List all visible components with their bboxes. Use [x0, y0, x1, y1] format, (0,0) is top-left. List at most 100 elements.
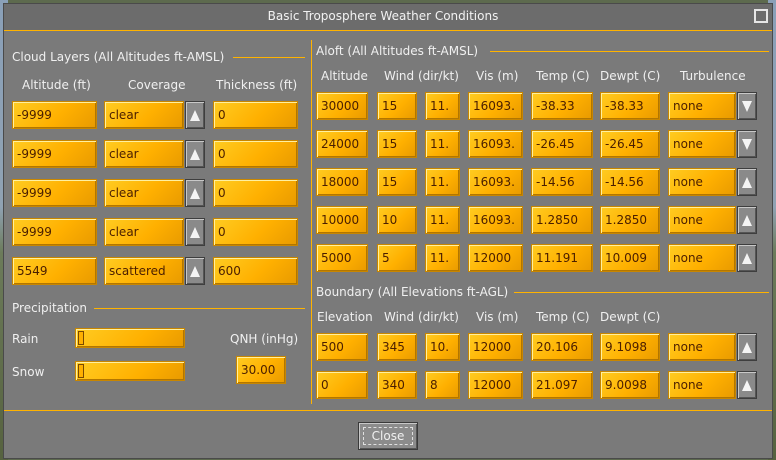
aloft-temp-field[interactable]: -26.45 — [531, 130, 593, 158]
cloud-thickness-field[interactable]: 0 — [213, 140, 298, 168]
aloft-turbulence-button[interactable] — [737, 244, 757, 272]
boundary-wind-dir-field[interactable]: 345 — [377, 333, 417, 361]
aloft-wind-dir-field[interactable]: 15 — [377, 168, 417, 196]
aloft-altitude-field[interactable]: 5000 — [316, 244, 368, 272]
boundary-turbulence-field[interactable]: none — [668, 371, 736, 399]
aloft-wind-dir-field[interactable]: 15 — [377, 92, 417, 120]
aloft-turbulence-field[interactable]: none — [668, 130, 736, 158]
cloud-coverage-field[interactable]: clear — [104, 179, 184, 207]
cloud-altitude-field[interactable]: -9999 — [12, 179, 97, 207]
snow-slider[interactable] — [75, 361, 185, 381]
boundary-header-elevation: Elevation — [317, 310, 373, 324]
arrow-up-icon — [742, 253, 752, 264]
boundary-dewpt-field[interactable]: 9.0098 — [600, 371, 660, 399]
aloft-wind-dir-field[interactable]: 15 — [377, 130, 417, 158]
cloud-coverage-field[interactable]: clear — [104, 101, 184, 129]
focus-ring — [363, 427, 413, 445]
aloft-temp-field[interactable]: 11.191 — [531, 244, 593, 272]
boundary-wind-kt-field[interactable]: 8 — [425, 371, 460, 399]
cloud-coverage-button[interactable] — [185, 179, 205, 207]
boundary-temp-field[interactable]: 20.106 — [531, 333, 593, 361]
qnh-label: QNH (inHg) — [230, 332, 299, 346]
qnh-field[interactable]: 30.00 — [236, 356, 286, 384]
boundary-elevation-field[interactable]: 0 — [316, 371, 368, 399]
aloft-header-temp: Temp (C) — [536, 69, 590, 83]
boundary-wind-kt-field[interactable]: 10. — [425, 333, 460, 361]
cloud-thickness-field[interactable]: 600 — [213, 257, 298, 285]
aloft-wind-dir-field[interactable]: 10 — [377, 206, 417, 234]
aloft-temp-field[interactable]: -38.33 — [531, 92, 593, 120]
cloud-coverage-button[interactable] — [185, 218, 205, 246]
aloft-vis-field[interactable]: 16093. — [468, 92, 523, 120]
cloud-coverage-field[interactable]: clear — [104, 218, 184, 246]
cloud-coverage-field[interactable]: scattered — [104, 257, 184, 285]
rain-label: Rain — [12, 332, 39, 346]
aloft-turbulence-button[interactable] — [737, 92, 757, 120]
arrow-up-icon — [190, 110, 200, 121]
aloft-dewpt-field[interactable]: -38.33 — [600, 92, 660, 120]
boundary-vis-field[interactable]: 12000 — [468, 333, 523, 361]
aloft-vis-field[interactable]: 16093. — [468, 206, 523, 234]
cloud-altitude-field[interactable]: -9999 — [12, 218, 97, 246]
arrow-up-icon — [190, 227, 200, 238]
cloud-altitude-field[interactable]: -9999 — [12, 101, 97, 129]
aloft-wind-kt-field[interactable]: 11. — [425, 92, 460, 120]
aloft-turbulence-field[interactable]: none — [668, 168, 736, 196]
close-button[interactable]: Close — [358, 422, 418, 450]
cloud-altitude-field[interactable]: 5549 — [12, 257, 97, 285]
aloft-dewpt-field[interactable]: -26.45 — [600, 130, 660, 158]
boundary-turbulence-button[interactable] — [737, 371, 757, 399]
window-title: Basic Troposphere Weather Conditions — [267, 9, 499, 23]
aloft-wind-kt-field[interactable]: 11. — [425, 206, 460, 234]
aloft-vis-field[interactable]: 16093. — [468, 130, 523, 158]
cloud-altitude-field[interactable]: -9999 — [12, 140, 97, 168]
aloft-wind-dir-field[interactable]: 5 — [377, 244, 417, 272]
cloud-thickness-field[interactable]: 0 — [213, 218, 298, 246]
cloud-header-coverage: Coverage — [128, 78, 186, 92]
aloft-dewpt-field[interactable]: 10.009 — [600, 244, 660, 272]
rain-slider[interactable] — [75, 328, 185, 348]
rain-slider-handle[interactable] — [78, 331, 84, 345]
aloft-altitude-field[interactable]: 18000 — [316, 168, 368, 196]
cloud-thickness-field[interactable]: 0 — [213, 101, 298, 129]
aloft-altitude-field[interactable]: 24000 — [316, 130, 368, 158]
cloud-coverage-field[interactable]: clear — [104, 140, 184, 168]
boundary-wind-dir-field[interactable]: 340 — [377, 371, 417, 399]
aloft-wind-kt-field[interactable]: 11. — [425, 130, 460, 158]
aloft-temp-field[interactable]: -14.56 — [531, 168, 593, 196]
arrow-down-icon — [742, 139, 752, 150]
cloud-coverage-button[interactable] — [185, 101, 205, 129]
aloft-altitude-field[interactable]: 10000 — [316, 206, 368, 234]
snow-label: Snow — [12, 365, 45, 379]
aloft-turbulence-button[interactable] — [737, 168, 757, 196]
cloud-coverage-button[interactable] — [185, 140, 205, 168]
boundary-dewpt-field[interactable]: 9.1098 — [600, 333, 660, 361]
aloft-turbulence-field[interactable]: none — [668, 244, 736, 272]
boundary-temp-field[interactable]: 21.097 — [531, 371, 593, 399]
aloft-section-rule — [490, 51, 769, 52]
aloft-turbulence-button[interactable] — [737, 130, 757, 158]
aloft-turbulence-field[interactable]: none — [668, 92, 736, 120]
title-bar[interactable]: Basic Troposphere Weather Conditions — [4, 4, 772, 31]
cloud-coverage-button[interactable] — [185, 257, 205, 285]
aloft-vis-field[interactable]: 16093. — [468, 168, 523, 196]
boundary-turbulence-button[interactable] — [737, 333, 757, 361]
aloft-turbulence-button[interactable] — [737, 206, 757, 234]
aloft-wind-kt-field[interactable]: 11. — [425, 168, 460, 196]
aloft-dewpt-field[interactable]: -14.56 — [600, 168, 660, 196]
aloft-temp-field[interactable]: 1.2850 — [531, 206, 593, 234]
snow-slider-handle[interactable] — [78, 364, 84, 378]
aloft-vis-field[interactable]: 12000 — [468, 244, 523, 272]
aloft-altitude-field[interactable]: 30000 — [316, 92, 368, 120]
boundary-vis-field[interactable]: 12000 — [468, 371, 523, 399]
boundary-header-wind: Wind (dir/kt) — [384, 310, 459, 324]
boundary-elevation-field[interactable]: 500 — [316, 333, 368, 361]
arrow-up-icon — [190, 266, 200, 277]
cloud-thickness-field[interactable]: 0 — [213, 179, 298, 207]
aloft-wind-kt-field[interactable]: 11. — [425, 244, 460, 272]
arrow-down-icon — [742, 101, 752, 112]
aloft-turbulence-field[interactable]: none — [668, 206, 736, 234]
boundary-turbulence-field[interactable]: none — [668, 333, 736, 361]
close-box-icon[interactable] — [754, 9, 768, 23]
aloft-dewpt-field[interactable]: 1.2850 — [600, 206, 660, 234]
